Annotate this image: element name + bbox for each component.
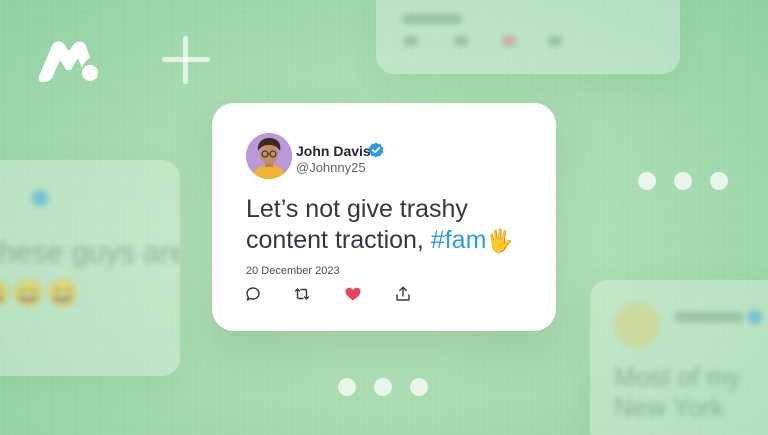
avatar	[614, 302, 660, 348]
background-card-right: Most of my New York	[590, 280, 768, 435]
background-tweet-text: Most of my New York	[614, 362, 742, 422]
verified-badge-icon	[748, 310, 762, 324]
tweet-card: John Davis @Johnny25 Let’s not give tras…	[212, 103, 556, 331]
verified-badge-icon	[368, 142, 384, 158]
background-card-top	[376, 0, 680, 74]
author-name[interactable]: John Davis	[296, 143, 371, 159]
heart-icon[interactable]	[344, 285, 362, 303]
background-tweet-emoji: 😄😄😄	[0, 278, 82, 308]
mobiletrans-m-logo-icon	[38, 38, 100, 84]
carousel-dot[interactable]	[374, 378, 392, 396]
plus-icon	[162, 36, 210, 84]
carousel-dot[interactable]	[338, 378, 356, 396]
carousel-dot[interactable]	[638, 172, 656, 190]
carousel-dots-right	[638, 172, 728, 190]
carousel-dot[interactable]	[410, 378, 428, 396]
carousel-dots-bottom	[338, 378, 428, 396]
waving-hand-emoji: 🖐	[486, 228, 514, 253]
author-handle[interactable]: @Johnny25	[296, 160, 366, 175]
share-icon[interactable]	[394, 285, 412, 303]
carousel-dot[interactable]	[674, 172, 692, 190]
reply-icon[interactable]	[244, 285, 262, 303]
avatar[interactable]	[246, 133, 292, 179]
carousel-dot[interactable]	[710, 172, 728, 190]
verified-badge-icon	[32, 190, 48, 206]
hashtag-link[interactable]: #fam	[431, 226, 487, 254]
tweet-text-line1: Let’s not give trashy	[246, 195, 468, 223]
background-card-left: these guys are 😄😄😄	[0, 160, 180, 376]
tweet-text-line2: content traction,	[246, 226, 431, 254]
background-tweet-text: these guys are	[0, 236, 180, 269]
tweet-body: Let’s not give trashy content traction, …	[246, 194, 536, 256]
retweet-icon[interactable]	[293, 285, 311, 303]
tweet-date: 20 December 2023	[246, 265, 340, 277]
